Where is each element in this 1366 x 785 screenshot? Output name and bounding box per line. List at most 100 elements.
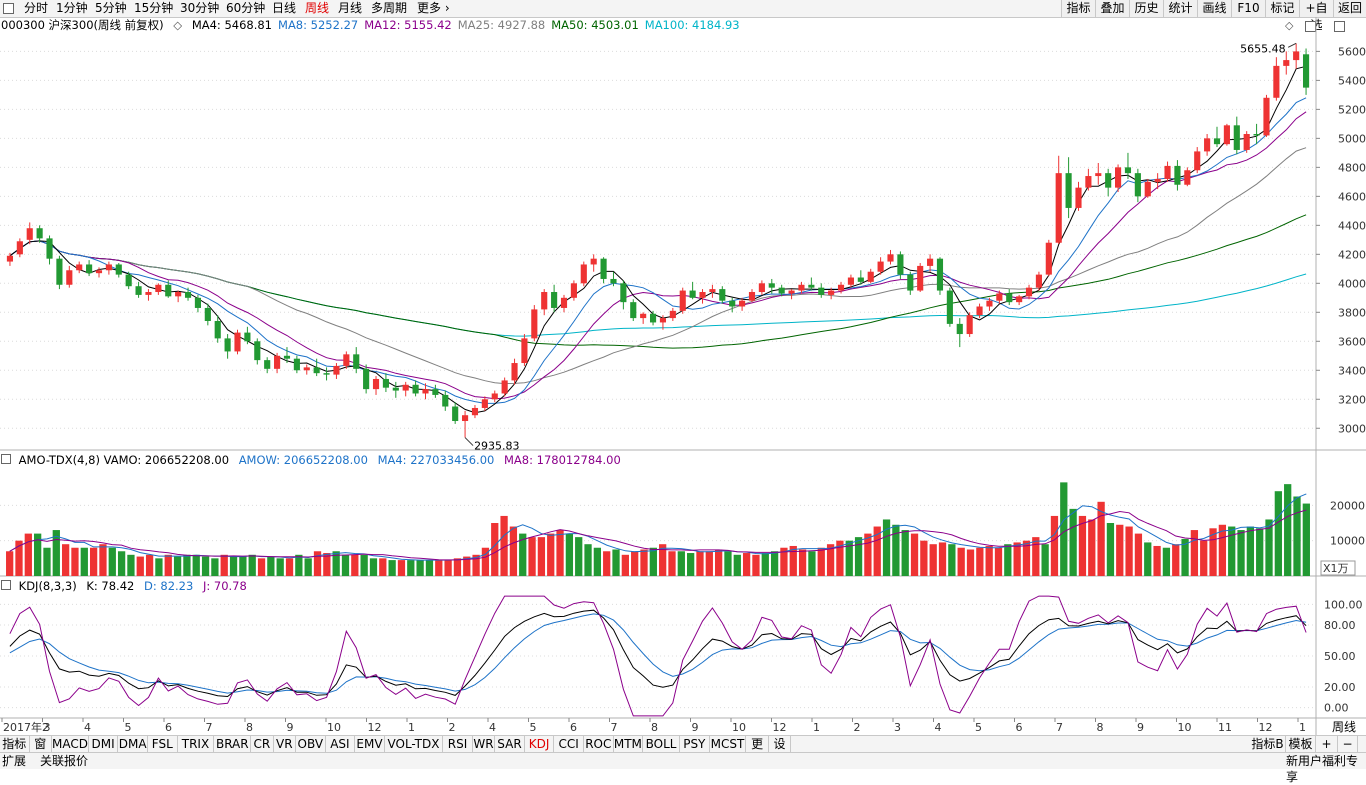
volume-bar-57 — [537, 537, 546, 576]
related-quotes-button[interactable]: 关联报价 — [40, 753, 88, 769]
stock-chart[interactable]: 5600 5400 5200 5000 4800 4600 4400 4200 4000 3800… — [0, 0, 1366, 735]
volume-bar-45 — [425, 560, 434, 576]
x-tick-label-22: 3 — [894, 721, 901, 734]
volume-bar-17 — [164, 554, 172, 576]
candle-51 — [511, 363, 518, 381]
candle-105 — [1045, 242, 1052, 275]
candle-103 — [1025, 287, 1033, 297]
volume-bar-22 — [211, 558, 219, 576]
indicator-tab-3[interactable]: DMI — [89, 736, 119, 752]
indicator-tab-17[interactable]: KDJ — [525, 736, 555, 752]
candle-131 — [1302, 54, 1310, 88]
candle-68 — [679, 290, 686, 311]
volume-bar-40 — [379, 558, 387, 576]
volume-bar-82 — [770, 551, 779, 576]
candle-18 — [184, 292, 192, 298]
volume-bar-6 — [61, 544, 70, 576]
indicator-tab-10[interactable]: OBV — [296, 736, 326, 752]
candle-42 — [422, 389, 429, 394]
volume-bar-110 — [1032, 537, 1040, 576]
candle-27 — [274, 355, 281, 369]
indicator-right-button-1[interactable]: 模板 — [1286, 736, 1316, 752]
volume-bar-139 — [1302, 503, 1310, 576]
indicator-right-button-0[interactable]: 指标B — [1250, 736, 1286, 752]
y-tick-label-9: 3800 — [1338, 306, 1366, 319]
candle-59 — [590, 258, 597, 265]
vol-tick-label-0: 20000 — [1330, 499, 1365, 512]
volume-bar-118 — [1106, 523, 1115, 576]
candle-44 — [442, 394, 449, 407]
indicator-tab-22[interactable]: PSY — [680, 736, 710, 752]
x-tick-label-28: 9 — [1137, 721, 1144, 734]
indicator-tab-24[interactable]: 更多 — [746, 736, 769, 767]
indicator-tab-5[interactable]: FSL — [148, 736, 178, 752]
candle-123 — [1223, 125, 1230, 145]
indicator-tab-13[interactable]: VOL-TDX — [385, 736, 444, 752]
x-tick-label-12: 4 — [489, 721, 496, 734]
indicator-tab-14[interactable]: RSI — [443, 736, 473, 752]
volume-bar-125 — [1172, 544, 1180, 576]
candle-9 — [95, 270, 103, 274]
candle-85 — [847, 277, 854, 285]
indicator-tab-4[interactable]: DMA — [118, 736, 148, 752]
x-tick-label-7: 9 — [287, 721, 294, 734]
indicator-tab-11[interactable]: ASI — [326, 736, 356, 752]
x-tick-label-14: 6 — [570, 721, 577, 734]
indicator-tab-20[interactable]: MTM — [614, 736, 644, 752]
volume-bar-30 — [285, 558, 294, 576]
kdj-tick-label-0: 100.00 — [1324, 598, 1363, 611]
kdj-d-line — [9, 613, 1307, 694]
x-tick-label-31: 12 — [1259, 721, 1273, 734]
candle-72 — [719, 289, 726, 301]
x-tick-label-29: 10 — [1178, 721, 1192, 734]
indicator-tab-1[interactable]: 窗口 — [30, 736, 52, 767]
indicator-tab-18[interactable]: CCI — [554, 736, 584, 752]
indicator-tab-8[interactable]: CR — [251, 736, 274, 752]
indicator-tab-2[interactable]: MACD — [52, 736, 89, 752]
volume-bar-119 — [1116, 524, 1124, 576]
indicator-tab-23[interactable]: MCST — [710, 736, 747, 752]
expand-button[interactable]: 扩展 — [2, 753, 26, 769]
indicator-tab-9[interactable]: VR — [274, 736, 296, 752]
candle-87 — [867, 271, 874, 282]
candle-45 — [452, 406, 459, 422]
candle-20 — [204, 307, 211, 321]
volume-bar-66 — [621, 554, 629, 576]
indicator-tab-15[interactable]: WR — [473, 736, 496, 752]
candle-129 — [1283, 60, 1290, 66]
candle-79 — [788, 290, 795, 294]
candle-89 — [887, 254, 894, 262]
indicator-tab-6[interactable]: TRIX — [178, 736, 215, 752]
indicator-tab-21[interactable]: BOLL — [643, 736, 680, 752]
indicator-tab-12[interactable]: EMV — [355, 736, 385, 752]
candle-76 — [758, 283, 765, 293]
candle-15 — [155, 284, 162, 293]
volume-bar-72 — [677, 551, 685, 576]
volume-bar-101 — [948, 544, 956, 576]
indicator-right-button-3[interactable]: − — [1338, 736, 1358, 752]
candle-11 — [115, 264, 122, 275]
volume-bar-103 — [966, 549, 975, 576]
indicator-tab-19[interactable]: ROC — [584, 736, 614, 752]
candle-98 — [976, 306, 983, 316]
indicator-right-button-2[interactable]: + — [1316, 736, 1338, 752]
candle-5 — [56, 258, 63, 285]
candle-77 — [768, 283, 775, 288]
candle-19 — [194, 297, 201, 308]
ma4-line — [9, 65, 1307, 414]
volume-bar-2 — [24, 533, 32, 576]
indicator-tab-25[interactable]: 设置 — [769, 736, 792, 767]
indicator-tab-16[interactable]: SAR — [495, 736, 525, 752]
kdj-tick-label-3: 20.00 — [1324, 681, 1356, 694]
candle-90 — [897, 254, 904, 275]
x-tick-label-10: 1 — [408, 721, 415, 734]
candle-58 — [580, 264, 587, 284]
volume-bar-77 — [724, 551, 732, 576]
candle-127 — [1263, 97, 1270, 136]
candle-61 — [610, 278, 617, 284]
indicator-tab-7[interactable]: BRAR — [214, 736, 252, 752]
indicator-tab-0[interactable]: 指标A — [0, 736, 30, 767]
volume-bar-87 — [817, 547, 825, 576]
candle-82 — [818, 287, 825, 295]
new-user-promo[interactable]: 新用户福利专享 — [1286, 753, 1366, 784]
